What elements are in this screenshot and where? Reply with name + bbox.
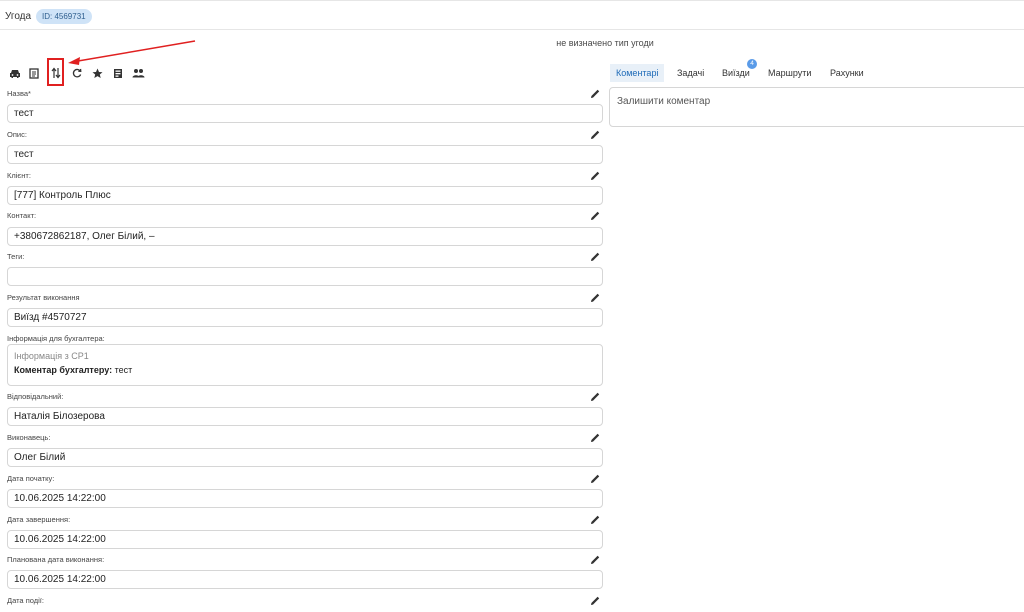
accountant-comment-label: Коментар бухгалтеру:	[14, 365, 113, 375]
visits-count-badge: 4	[747, 59, 757, 69]
tab-tasks[interactable]: Задачі	[677, 64, 704, 82]
field-input[interactable]: тест	[7, 145, 603, 164]
field-input[interactable]: Наталія Білозерова	[7, 407, 603, 426]
accountant-info-box[interactable]: Інформація з СР1 Коментар бухгалтеру: те…	[7, 344, 603, 386]
field-label: Відповідальний:	[7, 392, 64, 401]
deal-id-badge[interactable]: ID: 4569731	[36, 9, 92, 24]
field-label: Інформація для бухгалтера:	[7, 334, 105, 343]
accountant-comment: Коментар бухгалтеру: тест	[14, 365, 602, 375]
car-icon[interactable]	[8, 64, 22, 82]
pencil-icon[interactable]	[589, 513, 601, 525]
field-label: Дата початку:	[7, 474, 55, 483]
pencil-icon[interactable]	[589, 553, 601, 565]
star-icon[interactable]	[90, 64, 104, 82]
field-label: Контакт:	[7, 211, 37, 220]
field-label: Результат виконання	[7, 293, 80, 302]
pencil-icon[interactable]	[589, 87, 601, 99]
document-icon[interactable]	[27, 64, 41, 82]
deal-header: Угода ID: 4569731	[0, 0, 1024, 30]
field-input[interactable]	[7, 267, 603, 286]
deal-type-label[interactable]: не визначено тип угоди	[0, 38, 1024, 48]
field-input[interactable]: Олег Білий	[7, 448, 603, 467]
pencil-icon[interactable]	[589, 209, 601, 221]
highlight-box	[47, 58, 64, 86]
people-icon[interactable]	[131, 64, 145, 82]
pencil-icon[interactable]	[589, 472, 601, 484]
pencil-icon[interactable]	[589, 291, 601, 303]
field-label: Клієнт:	[7, 171, 31, 180]
field-label: Дата завершення:	[7, 515, 71, 524]
tab-invoices[interactable]: Рахунки	[830, 64, 864, 82]
field-input[interactable]: 10.06.2025 14:22:00	[7, 489, 603, 508]
field-input[interactable]: 10.06.2025 14:22:00	[7, 530, 603, 549]
field-input[interactable]: Виїзд #4570727	[7, 308, 603, 327]
refresh-icon[interactable]	[70, 64, 84, 82]
tab-comments[interactable]: Коментарі	[610, 64, 665, 82]
field-input[interactable]: [777] Контроль Плюс	[7, 186, 603, 205]
accountant-comment-text: тест	[112, 365, 133, 375]
field-label: Назва*	[7, 89, 31, 98]
tab-routes[interactable]: Маршрути	[768, 64, 811, 82]
pencil-icon[interactable]	[589, 250, 601, 262]
info-source-text: Інформація з СР1	[14, 351, 89, 361]
pencil-icon[interactable]	[589, 169, 601, 181]
field-label: Опис:	[7, 130, 27, 139]
pencil-icon[interactable]	[589, 431, 601, 443]
field-label: Планована дата виконання:	[7, 555, 105, 564]
deal-title: Угода	[5, 11, 32, 22]
print-icon[interactable]	[111, 64, 125, 82]
tab-visits[interactable]: Виїзди	[722, 64, 750, 82]
pencil-icon[interactable]	[589, 128, 601, 140]
comment-input[interactable]: Залишити коментар	[609, 87, 1024, 127]
pencil-icon[interactable]	[589, 594, 601, 606]
field-input[interactable]: 10.06.2025 14:22:00	[7, 570, 603, 589]
field-label: Теги:	[7, 252, 25, 261]
field-label: Виконавець:	[7, 433, 51, 442]
field-input[interactable]: тест	[7, 104, 603, 123]
field-input[interactable]: +380672862187, Олег Білий, –	[7, 227, 603, 246]
pencil-icon[interactable]	[589, 390, 601, 402]
